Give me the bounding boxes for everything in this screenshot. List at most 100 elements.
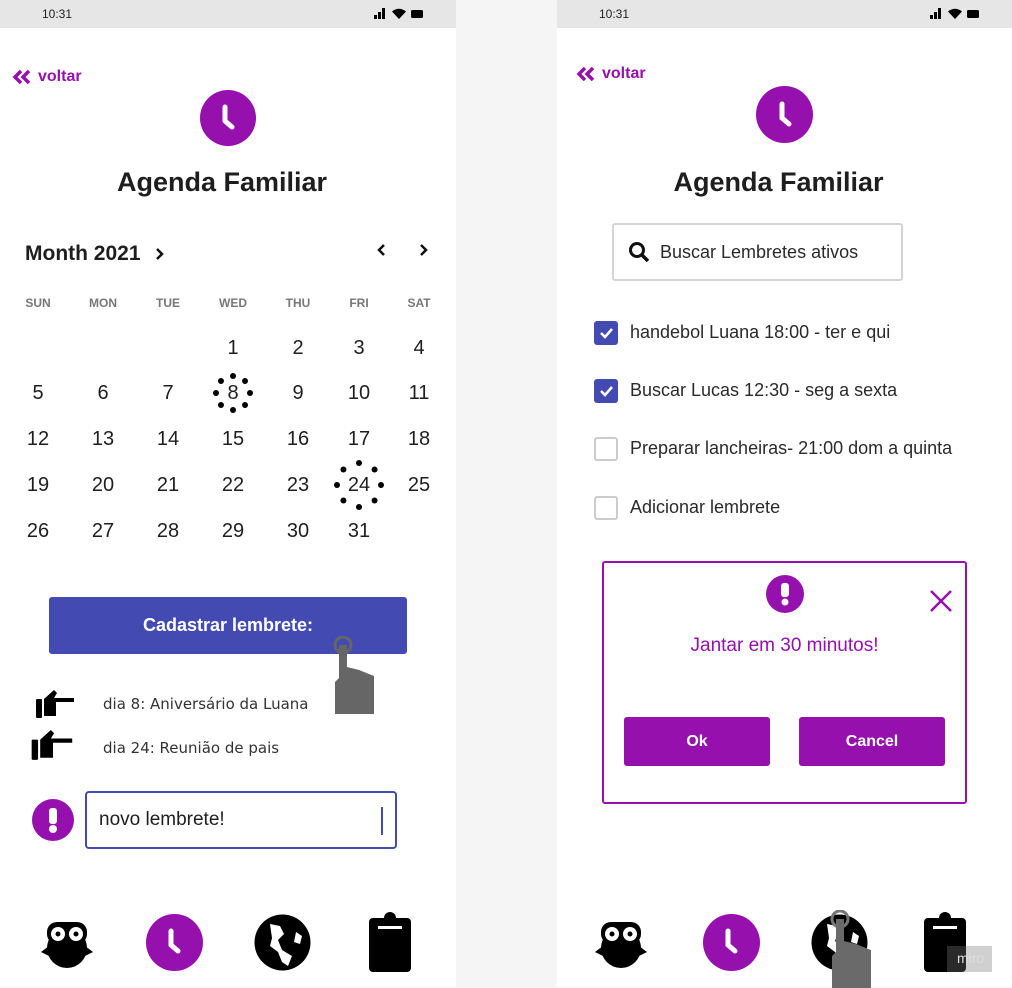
month-selector[interactable]: Month 2021 [25, 242, 165, 266]
dotted-ring-icon [213, 373, 253, 413]
checklist-label: Preparar lancheiras- 21:00 dom a quinta [630, 438, 953, 458]
search-icon [629, 242, 650, 263]
owl-icon [41, 922, 93, 968]
nav-owl[interactable] [591, 912, 651, 972]
checklist-label: Adicionar lembrete [630, 497, 781, 517]
clipboard-icon [369, 912, 411, 972]
calendar-day[interactable]: 17 [339, 424, 379, 454]
calendar-day[interactable]: 26 [18, 516, 58, 546]
calendar-day[interactable]: 1 [213, 333, 253, 363]
battery-icon [967, 9, 979, 18]
page-title: Agenda Familiar [673, 167, 884, 197]
checkbox[interactable] [594, 496, 618, 520]
calendar-day[interactable]: 23 [278, 470, 318, 500]
checklist-label: Buscar Lucas 12:30 - seg a sexta [630, 380, 898, 400]
signal-icon [374, 8, 385, 19]
checkbox[interactable] [594, 321, 618, 345]
back-button[interactable]: voltar [576, 65, 646, 83]
weekday-wed: WED [219, 296, 247, 310]
weekday-sun: SUN [25, 296, 51, 310]
nav-clock[interactable] [144, 912, 204, 972]
next-month-button[interactable] [419, 243, 429, 257]
close-icon[interactable] [929, 589, 953, 613]
back-label: voltar [602, 65, 646, 82]
check-icon [600, 386, 613, 397]
status-time: 10:31 [599, 7, 630, 21]
search-input[interactable]: Buscar Lembretes ativos [612, 223, 903, 281]
calendar-day-highlighted[interactable]: 8 [213, 373, 253, 413]
weekday-thu: THU [285, 296, 311, 310]
double-chevron-left-icon [576, 66, 595, 82]
weekday-mon: MON [89, 296, 117, 310]
calendar-day[interactable]: 18 [399, 424, 439, 454]
input-value: novo lembrete! [99, 809, 225, 830]
nav-globe[interactable] [252, 912, 312, 972]
clock-icon [145, 913, 203, 971]
new-reminder-input[interactable]: novo lembrete! [85, 791, 397, 849]
dialog-message: Jantar em 30 minutos! [690, 635, 879, 656]
weekday-fri: FRI [349, 296, 369, 310]
owl-icon [595, 922, 647, 968]
calendar-day[interactable]: 28 [148, 516, 188, 546]
calendar-day[interactable]: 30 [278, 516, 318, 546]
calendar-day[interactable]: 3 [339, 333, 379, 363]
calendar-day[interactable]: 15 [213, 424, 253, 454]
prev-month-button[interactable] [376, 243, 386, 257]
weekday-tue: TUE [156, 296, 180, 310]
calendar-day[interactable]: 9 [278, 378, 318, 408]
cancel-button[interactable]: Cancel [799, 717, 945, 766]
calendar-day[interactable]: 13 [83, 424, 123, 454]
back-label: voltar [38, 68, 82, 85]
alert-dialog: Jantar em 30 minutos! Ok Cancel [602, 561, 967, 804]
calendar-day[interactable]: 10 [339, 378, 379, 408]
pointing-hand-icon [36, 690, 74, 718]
battery-icon [411, 9, 423, 18]
month-label: Month 2021 [25, 242, 141, 265]
reminder-item: dia 24: Reunião de pais [103, 739, 280, 757]
wifi-icon [392, 8, 406, 19]
signal-icon [930, 8, 941, 19]
globe-icon [254, 914, 310, 970]
calendar-day[interactable]: 29 [213, 516, 253, 546]
calendar-day[interactable]: 5 [18, 378, 58, 408]
weekday-sat: SAT [407, 296, 431, 310]
calendar-day[interactable]: 25 [399, 470, 439, 500]
clock-icon [756, 86, 813, 143]
calendar-day[interactable]: 6 [83, 378, 123, 408]
nav-owl[interactable] [37, 912, 97, 972]
calendar-day[interactable]: 27 [83, 516, 123, 546]
calendar-day[interactable]: 12 [18, 424, 58, 454]
dotted-ring-icon [334, 460, 384, 510]
calendar-day-highlighted[interactable]: 24 [334, 460, 384, 510]
tap-hand-icon [830, 910, 871, 988]
text-cursor [381, 807, 383, 835]
nav-clock[interactable] [701, 912, 761, 972]
calendar-day[interactable]: 16 [278, 424, 318, 454]
calendar-day[interactable]: 19 [18, 470, 58, 500]
check-icon [600, 328, 613, 339]
calendar-day[interactable]: 4 [399, 333, 439, 363]
status-bar: 10:31 [557, 0, 1012, 28]
calendar-day[interactable]: 21 [148, 470, 188, 500]
clock-icon [200, 90, 256, 146]
calendar-day[interactable]: 22 [213, 470, 253, 500]
calendar-day[interactable]: 7 [148, 378, 188, 408]
nav-clipboard[interactable] [360, 912, 420, 972]
checklist-label: handebol Luana 18:00 - ter e qui [630, 322, 891, 342]
chevron-right-icon [155, 248, 164, 260]
double-chevron-left-icon [12, 69, 31, 85]
back-button[interactable]: voltar [12, 68, 82, 86]
wifi-icon [948, 8, 962, 19]
calendar-day[interactable]: 2 [278, 333, 318, 363]
checkbox[interactable] [594, 379, 618, 403]
screen-calendar: 10:31 voltar Agenda Familiar Month 2021 … [0, 0, 456, 987]
checkbox[interactable] [594, 437, 618, 461]
calendar-day[interactable]: 31 [339, 516, 379, 546]
alert-icon [766, 575, 804, 613]
screen-reminders: 10:31 voltar Agenda Familiar Buscar Lemb… [557, 0, 1012, 988]
status-bar: 10:31 [0, 0, 456, 28]
calendar-day[interactable]: 14 [148, 424, 188, 454]
calendar-day[interactable]: 20 [83, 470, 123, 500]
calendar-day[interactable]: 11 [399, 378, 439, 408]
ok-button[interactable]: Ok [624, 717, 770, 766]
